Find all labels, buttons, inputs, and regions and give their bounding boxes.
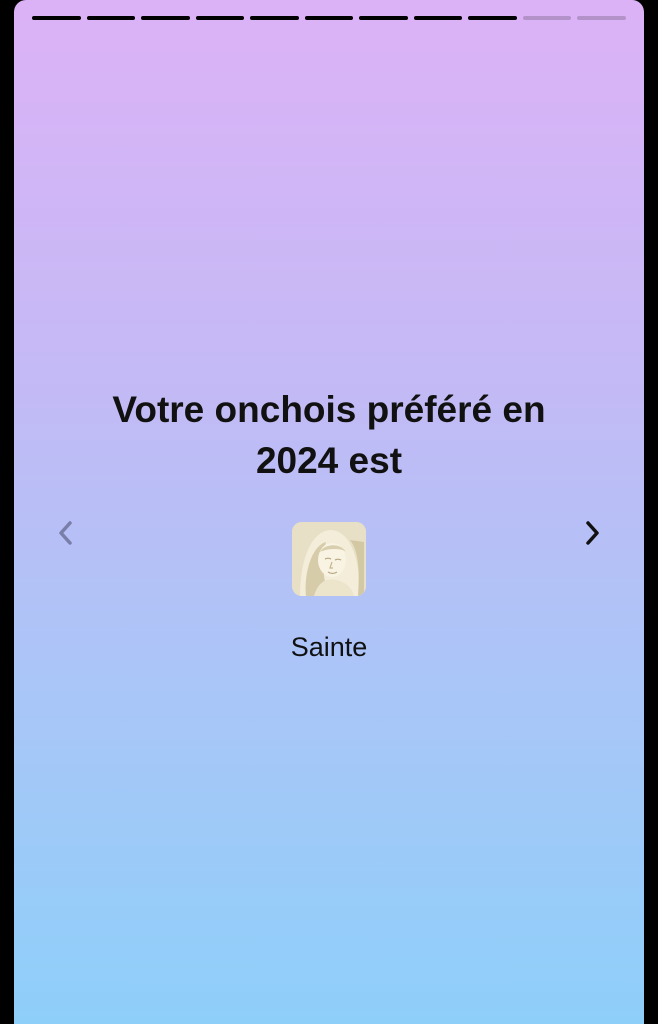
progress-segment xyxy=(468,16,517,20)
progress-segment xyxy=(304,16,354,20)
story-title: Votre onchois préféré en 2024 est xyxy=(112,389,546,481)
progress-segment xyxy=(32,16,81,20)
item-image xyxy=(292,522,366,596)
progress-segment xyxy=(141,16,190,20)
statue-image xyxy=(292,522,366,596)
item-label: Sainte xyxy=(290,632,368,662)
story-card: Votre onchois préféré en 2024 est Sainte xyxy=(14,0,644,1024)
story-progress-bar xyxy=(32,16,627,20)
progress-segment xyxy=(250,16,299,20)
progress-segment xyxy=(413,16,463,20)
chevron-right-icon xyxy=(586,521,599,545)
progress-segment xyxy=(86,16,136,20)
previous-button[interactable] xyxy=(46,513,86,553)
chevron-left-icon xyxy=(59,521,72,545)
progress-segment xyxy=(577,16,627,20)
next-button[interactable] xyxy=(572,513,612,553)
progress-segment xyxy=(195,16,245,20)
progress-segment xyxy=(359,16,408,20)
progress-segment xyxy=(522,16,572,20)
